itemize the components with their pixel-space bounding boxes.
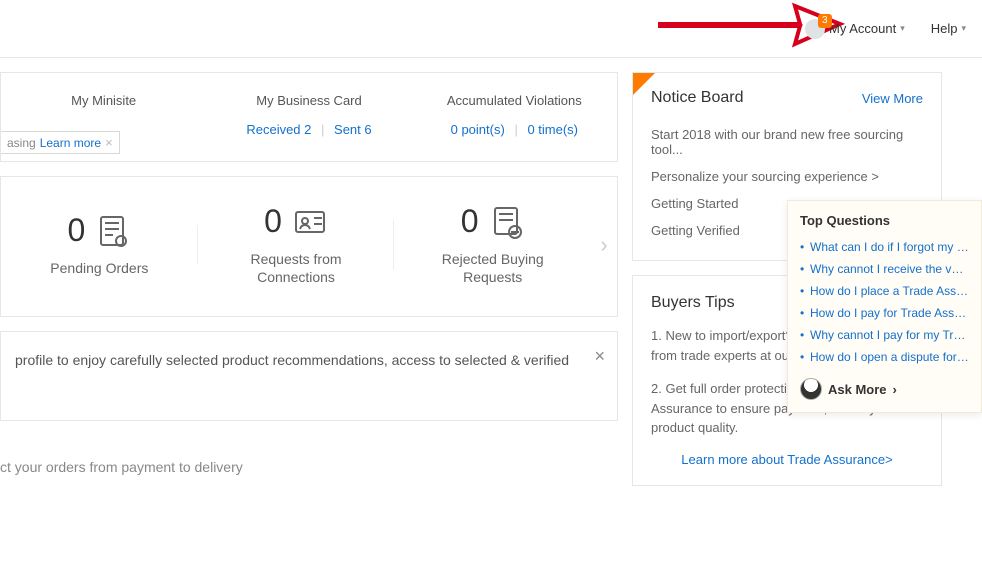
faq-link[interactable]: Why cannot I receive the verif... bbox=[800, 258, 969, 280]
popover-title: Top Questions bbox=[800, 213, 969, 228]
notice-item[interactable]: Start 2018 with our brand new free sourc… bbox=[651, 121, 923, 163]
stat-rejected-requests[interactable]: 0 Rejected Buying Requests bbox=[394, 203, 591, 286]
top-bar: 3 My Account ▾ Help ▾ bbox=[0, 0, 982, 58]
pill-link[interactable]: Learn more bbox=[40, 136, 101, 150]
stats-card: 0 Pending Orders 0 Requests from Connect… bbox=[0, 176, 618, 317]
document-icon bbox=[95, 213, 131, 249]
bizcard-header: My Business Card bbox=[206, 93, 411, 108]
bizcard-sent-link[interactable]: Sent 6 bbox=[334, 122, 372, 137]
chevron-down-icon: ▾ bbox=[961, 23, 966, 34]
top-questions-popover: Top Questions What can I do if I forgot … bbox=[787, 200, 982, 413]
stat-label: Requests from Connections bbox=[198, 250, 395, 286]
minisite-header: My Minisite bbox=[1, 93, 206, 108]
contact-card-icon bbox=[292, 204, 328, 240]
bizcard-received-link[interactable]: Received 2 bbox=[246, 122, 311, 137]
document-reject-icon bbox=[489, 204, 525, 240]
stat-label: Rejected Buying Requests bbox=[394, 250, 591, 286]
stat-number: 0 bbox=[461, 203, 479, 240]
stat-pending-orders[interactable]: 0 Pending Orders bbox=[1, 212, 198, 277]
notice-board-title: Notice Board bbox=[651, 89, 744, 107]
faq-link[interactable]: How do I place a Trade Assur... bbox=[800, 280, 969, 302]
view-more-link[interactable]: View More bbox=[862, 91, 923, 106]
chevron-down-icon: ▾ bbox=[900, 23, 905, 34]
pill-text: asing bbox=[7, 136, 36, 150]
next-arrow[interactable]: › bbox=[591, 232, 617, 258]
stat-number: 0 bbox=[67, 212, 85, 249]
stat-number: 0 bbox=[264, 203, 282, 240]
my-account-label: My Account bbox=[829, 21, 896, 36]
violations-times-link[interactable]: 0 time(s) bbox=[527, 122, 578, 137]
profile-links-card: My Minisite My Business Card Received 2 … bbox=[0, 72, 618, 162]
separator: | bbox=[315, 122, 330, 137]
agent-icon bbox=[800, 378, 822, 400]
recommendations-text: profile to enjoy carefully selected prod… bbox=[15, 352, 569, 368]
notification-badge: 3 bbox=[818, 14, 832, 28]
faq-link[interactable]: Why cannot I pay for my Trad... bbox=[800, 324, 969, 346]
help-menu[interactable]: Help ▾ bbox=[931, 21, 966, 36]
chevron-right-icon: › bbox=[893, 382, 897, 397]
separator: | bbox=[508, 122, 523, 137]
faq-link[interactable]: What can I do if I forgot my p... bbox=[800, 236, 969, 258]
ask-more-label: Ask More bbox=[828, 382, 887, 397]
faq-link[interactable]: How do I open a dispute for ... bbox=[800, 346, 969, 368]
close-icon[interactable]: × bbox=[594, 346, 605, 367]
notice-item[interactable]: Personalize your sourcing experience > bbox=[651, 163, 923, 190]
recommendations-card: × profile to enjoy carefully selected pr… bbox=[0, 331, 618, 421]
stat-requests-connections[interactable]: 0 Requests from Connections bbox=[198, 203, 395, 286]
stat-label: Pending Orders bbox=[1, 259, 198, 277]
help-label: Help bbox=[931, 21, 958, 36]
close-icon[interactable]: × bbox=[105, 135, 113, 150]
violations-points-link[interactable]: 0 point(s) bbox=[451, 122, 505, 137]
learn-more-pill: asing Learn more × bbox=[1, 131, 120, 154]
faq-link[interactable]: How do I pay for Trade Assur... bbox=[800, 302, 969, 324]
violations-header: Accumulated Violations bbox=[412, 93, 617, 108]
corner-badge-icon bbox=[633, 73, 655, 95]
protect-text: ct your orders from payment to delivery bbox=[0, 435, 618, 475]
trade-assurance-link[interactable]: Learn more about Trade Assurance> bbox=[681, 452, 892, 467]
ask-more-button[interactable]: Ask More › bbox=[800, 378, 969, 400]
my-account-menu[interactable]: 3 My Account ▾ bbox=[805, 19, 905, 39]
